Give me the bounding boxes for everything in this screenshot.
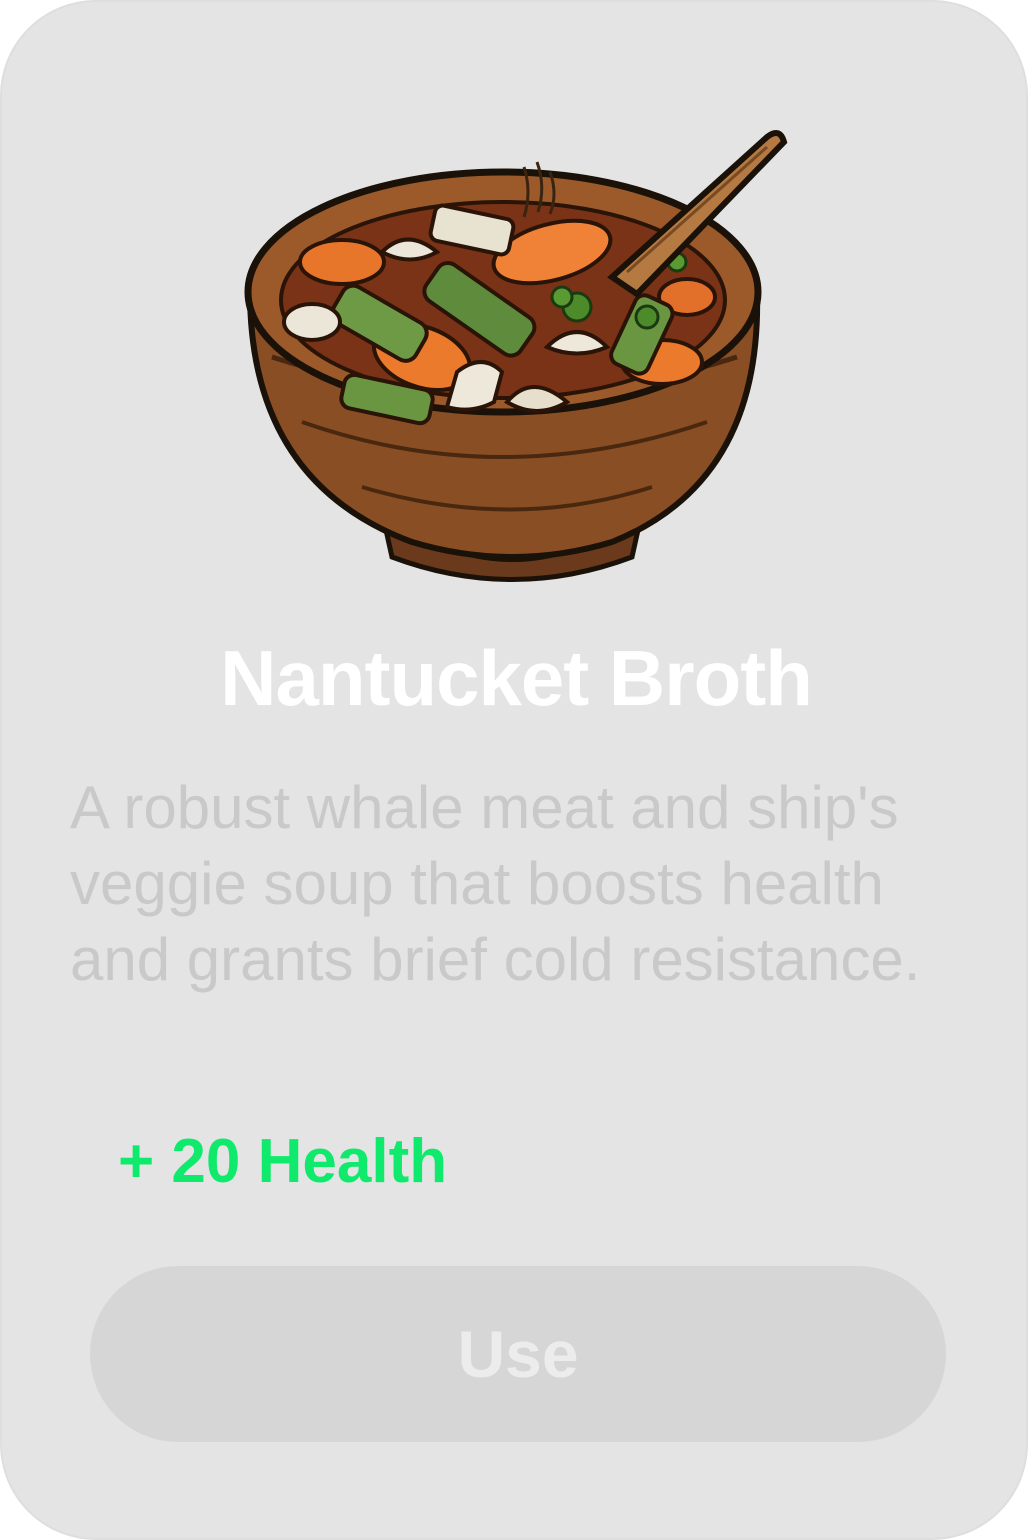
soup-bowl-icon (244, 130, 788, 582)
item-description: A robust whale meat and ship's veggie so… (70, 774, 921, 993)
health-effect: + 20 Health (118, 1127, 448, 1196)
use-button[interactable]: Use (90, 1266, 946, 1442)
item-card: Nantucket Broth A robust whale meat and … (0, 0, 1028, 1540)
item-name: Nantucket Broth (220, 634, 813, 722)
